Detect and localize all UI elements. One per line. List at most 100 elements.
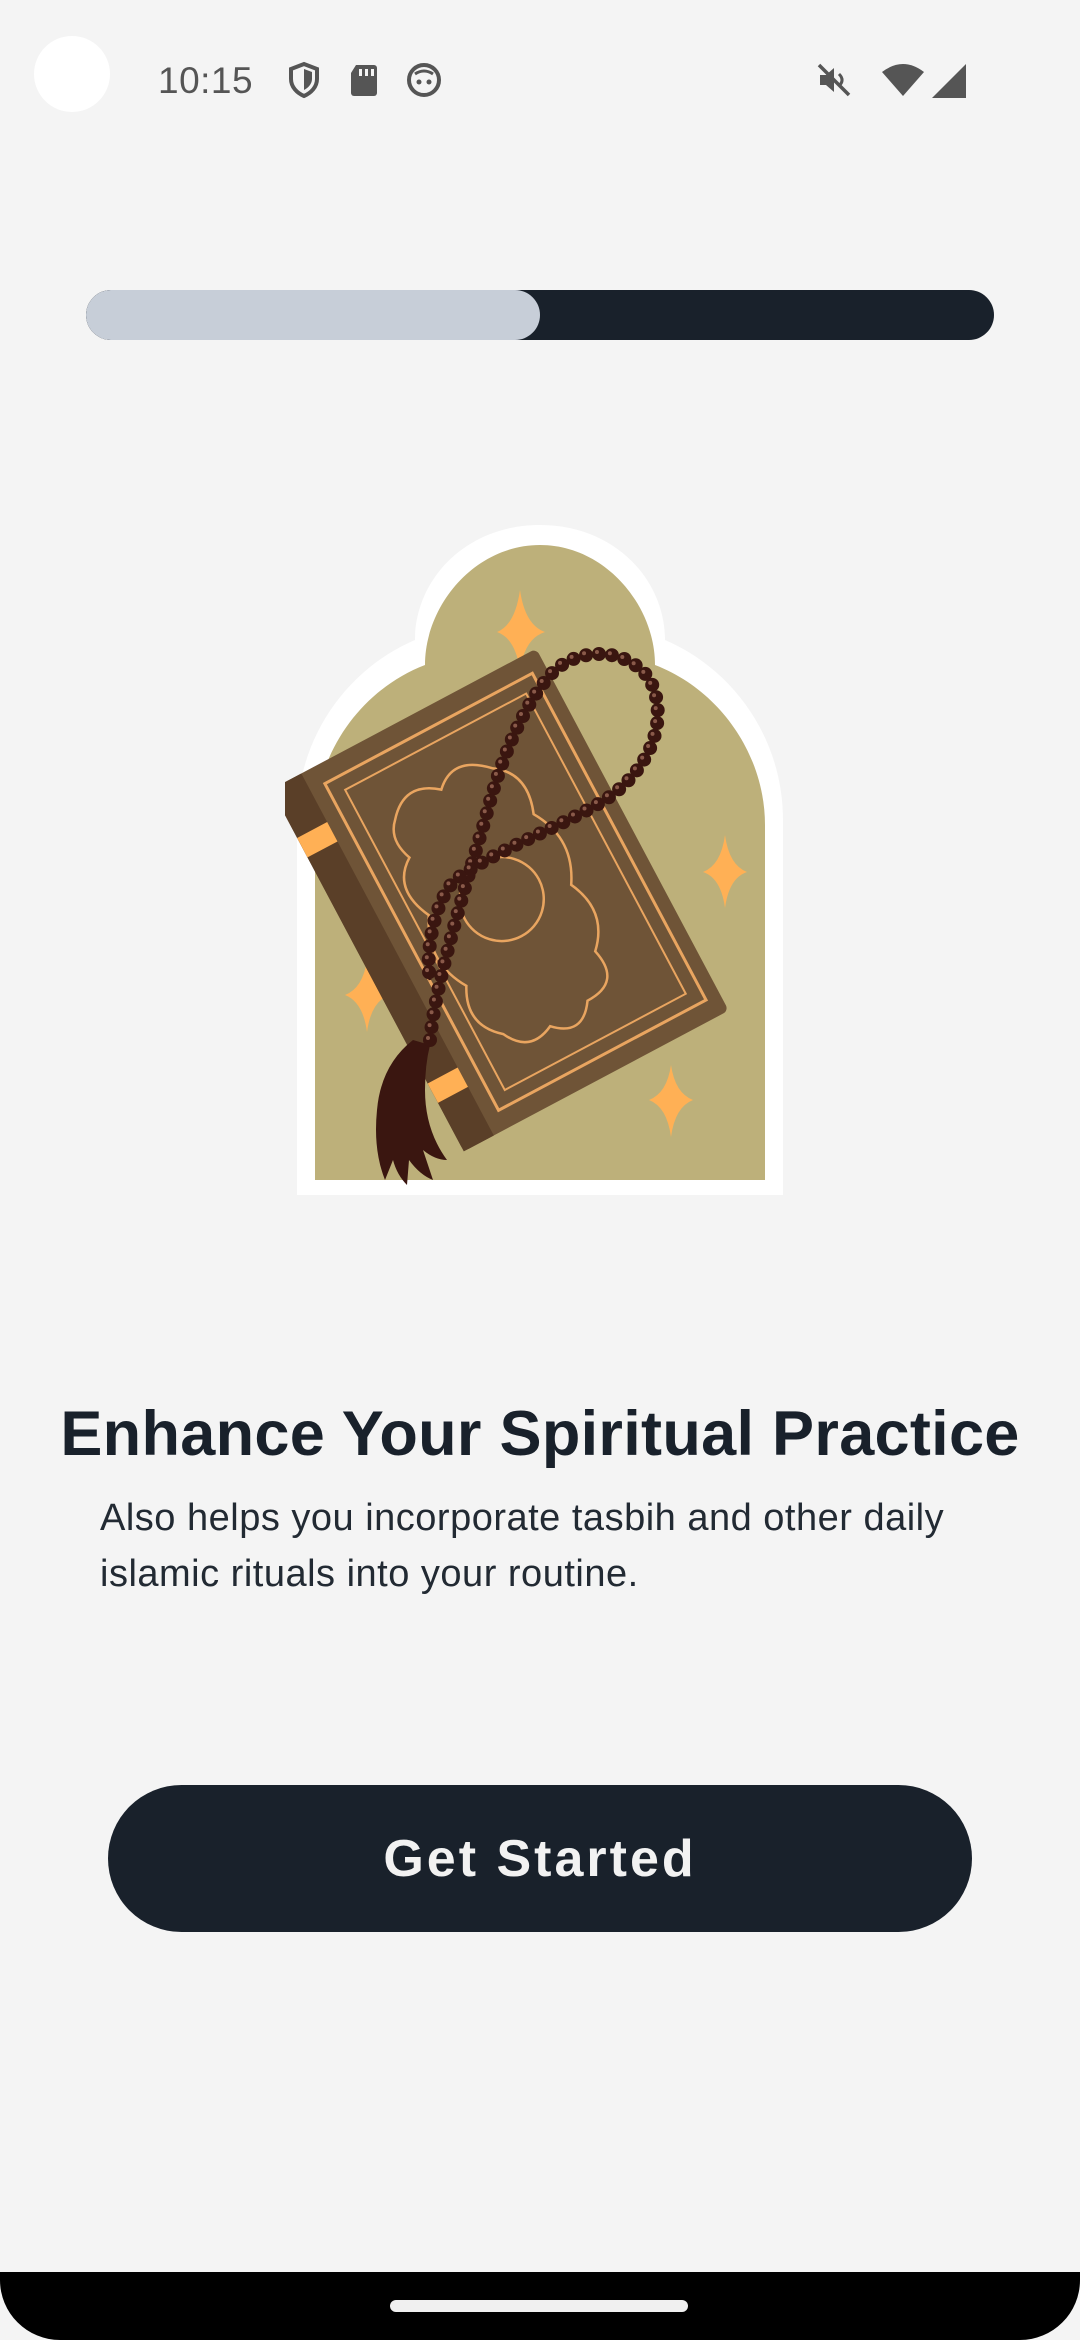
- bead-highlight: [455, 872, 460, 877]
- home-gesture-handle[interactable]: [390, 2300, 688, 2312]
- bead-highlight: [632, 766, 637, 771]
- bead: [650, 716, 665, 731]
- bead-highlight: [582, 806, 587, 811]
- bead-highlight: [532, 689, 537, 694]
- bead: [454, 893, 469, 908]
- bead-highlight: [440, 959, 445, 964]
- bead-highlight: [443, 946, 448, 951]
- get-started-button[interactable]: Get Started: [108, 1785, 972, 1932]
- bead-highlight: [650, 731, 655, 736]
- bead-highlight: [446, 881, 451, 886]
- face-icon: [407, 63, 441, 97]
- bead-highlight: [518, 712, 523, 717]
- bead-highlight: [457, 896, 462, 901]
- bead-highlight: [512, 840, 517, 845]
- bead-highlight: [615, 785, 620, 790]
- bead-highlight: [500, 846, 505, 851]
- bead-highlight: [640, 755, 645, 760]
- bead: [437, 956, 452, 971]
- bead-highlight: [434, 904, 439, 909]
- bead-highlight: [631, 661, 636, 666]
- bead: [424, 926, 439, 941]
- bead: [450, 906, 465, 921]
- wifi-icon: [882, 64, 924, 96]
- status-bar: 10:15: [0, 0, 1080, 140]
- bead: [427, 913, 442, 928]
- bead-highlight: [430, 916, 435, 921]
- onboarding-title: Enhance Your Spiritual Practice: [60, 1399, 1020, 1469]
- bead: [468, 843, 483, 858]
- bead-highlight: [424, 955, 429, 960]
- bead-highlight: [425, 968, 430, 973]
- bead-highlight: [486, 796, 491, 801]
- bead: [490, 768, 505, 783]
- bead-highlight: [502, 747, 507, 752]
- sd-card-icon: [351, 65, 377, 96]
- bead-highlight: [434, 984, 439, 989]
- bead-highlight: [535, 829, 540, 834]
- bead-highlight: [525, 700, 530, 705]
- bead: [645, 677, 660, 692]
- bead-highlight: [427, 1023, 432, 1028]
- bead: [431, 981, 446, 996]
- bead: [434, 969, 449, 984]
- bead-highlight: [437, 972, 442, 977]
- bead-highlight: [547, 823, 552, 828]
- bead: [436, 889, 451, 904]
- bead-highlight: [653, 719, 658, 724]
- bead: [495, 756, 510, 771]
- bead: [447, 918, 462, 933]
- bead-highlight: [570, 812, 575, 817]
- onboarding-progress-bar: [86, 290, 994, 340]
- signal-icon: [932, 64, 966, 98]
- bead: [443, 931, 458, 946]
- status-time: 10:15: [158, 60, 254, 101]
- bead: [426, 1007, 441, 1022]
- bead-highlight: [524, 835, 529, 840]
- bead-highlight: [493, 771, 498, 776]
- bead-highlight: [479, 821, 484, 826]
- bead-highlight: [477, 858, 482, 863]
- bead: [424, 1020, 439, 1035]
- progress-fill: [86, 290, 540, 340]
- bead-highlight: [507, 735, 512, 740]
- bead-highlight: [620, 654, 625, 659]
- bead-highlight: [489, 852, 494, 857]
- bead: [423, 1033, 437, 1047]
- bead-highlight: [607, 651, 612, 656]
- bead-highlight: [446, 934, 451, 939]
- quran-tasbih-illustration: [285, 525, 783, 1195]
- bead-highlight: [539, 679, 544, 684]
- bead-highlight: [439, 892, 444, 897]
- bead-highlight: [498, 759, 503, 764]
- bead-highlight: [653, 706, 658, 711]
- mute-icon: [817, 63, 851, 97]
- bead: [428, 994, 443, 1009]
- bead-highlight: [471, 846, 476, 851]
- bead: [421, 952, 436, 967]
- bead-highlight: [593, 800, 598, 805]
- bead-highlight: [425, 942, 430, 947]
- bead-highlight: [582, 651, 587, 656]
- bead-highlight: [594, 649, 599, 654]
- bead: [649, 690, 664, 705]
- bead: [591, 646, 606, 661]
- bead: [604, 648, 619, 663]
- bead-highlight: [429, 1010, 434, 1015]
- bead-highlight: [427, 929, 432, 934]
- bead-highlight: [604, 793, 609, 798]
- bead-highlight: [548, 669, 553, 674]
- bead-highlight: [648, 680, 653, 685]
- bead-highlight: [466, 865, 471, 870]
- bead: [422, 965, 437, 980]
- bead: [422, 939, 437, 954]
- bead-highlight: [641, 669, 646, 674]
- bead: [486, 781, 501, 796]
- bead: [499, 744, 514, 759]
- bead: [476, 818, 491, 833]
- bead-highlight: [450, 921, 455, 926]
- bead: [579, 648, 594, 663]
- bead: [431, 901, 446, 916]
- bead-highlight: [646, 744, 651, 749]
- bead: [647, 728, 662, 743]
